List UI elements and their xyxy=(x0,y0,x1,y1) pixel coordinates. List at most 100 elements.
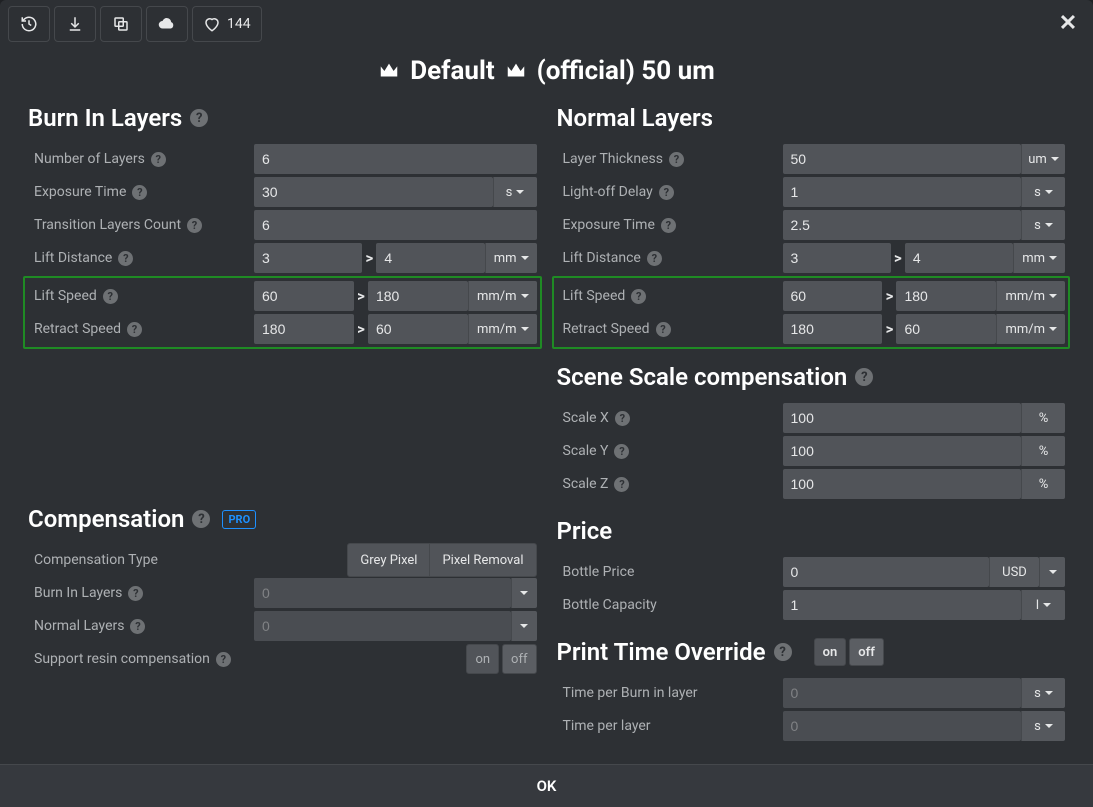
print-time-on[interactable]: on xyxy=(814,638,847,666)
support-resin-off[interactable]: off xyxy=(502,644,536,674)
content: Burn In Layers ? Number of Layers ? Expo… xyxy=(0,104,1093,764)
normal-lift-distance-b[interactable] xyxy=(905,243,1013,273)
help-icon[interactable]: ? xyxy=(615,411,630,426)
normal-lift-speed-unit[interactable]: mm/m xyxy=(996,281,1065,311)
help-icon[interactable]: ? xyxy=(187,218,202,233)
help-icon[interactable]: ? xyxy=(656,322,671,337)
normal-lift-distance-a[interactable] xyxy=(783,243,891,273)
burn-exposure-time-unit[interactable]: s xyxy=(493,177,537,207)
help-icon[interactable]: ? xyxy=(128,586,143,601)
burn-lift-speed-b[interactable] xyxy=(368,281,468,311)
scale-z-unit: % xyxy=(1021,469,1065,499)
compensation-type-row: Compensation Type Grey Pixel Pixel Remov… xyxy=(28,545,537,575)
bottle-capacity-unit[interactable]: l xyxy=(1021,590,1065,620)
pixel-removal-button[interactable]: Pixel Removal xyxy=(430,543,536,577)
comp-normal-layers-input[interactable] xyxy=(254,611,511,641)
burn-retract-speed-b[interactable] xyxy=(368,314,468,344)
help-icon[interactable]: ? xyxy=(130,619,145,634)
burn-exposure-time-input[interactable] xyxy=(254,177,493,207)
history-button[interactable] xyxy=(8,6,50,42)
likes-button[interactable]: 144 xyxy=(192,6,262,42)
burn-retract-speed-label: Retract Speed ? xyxy=(28,321,248,337)
grey-pixel-button[interactable]: Grey Pixel xyxy=(347,543,430,577)
burn-exposure-time-label: Exposure Time ? xyxy=(28,184,248,200)
layer-thickness-unit[interactable]: um xyxy=(1021,144,1065,174)
burn-retract-speed-a[interactable] xyxy=(254,314,354,344)
time-layer-unit[interactable]: s xyxy=(1021,711,1065,741)
comp-burn-layers-unit[interactable] xyxy=(511,578,537,608)
bottle-price-unit[interactable]: USD xyxy=(989,557,1039,587)
burn-lift-distance-row: Lift Distance ? > mm xyxy=(28,243,537,273)
burn-lift-speed-a[interactable] xyxy=(254,281,354,311)
ok-button[interactable]: OK xyxy=(0,764,1093,807)
normal-lift-distance-unit[interactable]: mm xyxy=(1013,243,1065,273)
light-off-delay-unit[interactable]: s xyxy=(1021,177,1065,207)
help-icon[interactable]: ? xyxy=(661,218,676,233)
help-icon[interactable]: ? xyxy=(103,289,118,304)
normal-exposure-time-row: Exposure Time ? s xyxy=(557,210,1066,240)
comp-burn-layers-input[interactable] xyxy=(254,578,511,608)
layer-thickness-input[interactable] xyxy=(783,144,1022,174)
help-icon[interactable]: ? xyxy=(118,251,133,266)
bottle-price-label: Bottle Price xyxy=(557,564,777,580)
download-button[interactable] xyxy=(54,6,96,42)
support-resin-on[interactable]: on xyxy=(466,644,499,674)
burn-lift-speed-unit[interactable]: mm/m xyxy=(468,281,537,311)
normal-retract-speed-a[interactable] xyxy=(783,314,883,344)
burn-lift-distance-unit[interactable]: mm xyxy=(485,243,537,273)
cloud-button[interactable] xyxy=(146,6,188,42)
bottle-price-input[interactable] xyxy=(783,557,990,587)
normal-lift-speed-b[interactable] xyxy=(896,281,996,311)
help-icon[interactable]: ? xyxy=(614,477,629,492)
burn-lift-distance-label: Lift Distance ? xyxy=(28,250,248,266)
scale-y-row: Scale Y ? % xyxy=(557,436,1066,466)
normal-retract-speed-b[interactable] xyxy=(896,314,996,344)
light-off-delay-input[interactable] xyxy=(783,177,1022,207)
help-icon[interactable]: ? xyxy=(659,185,674,200)
time-burn-row: Time per Burn in layer s xyxy=(557,678,1066,708)
crown-icon xyxy=(505,60,527,82)
burn-lift-distance-b[interactable] xyxy=(376,243,484,273)
normal-exposure-time-input[interactable] xyxy=(783,210,1022,240)
time-layer-input[interactable] xyxy=(783,711,1022,741)
number-of-layers-input[interactable] xyxy=(254,144,537,174)
burn-retract-speed-unit[interactable]: mm/m xyxy=(468,314,537,344)
page-title: Default (official) 50 um xyxy=(0,42,1093,104)
help-icon[interactable]: ? xyxy=(647,251,662,266)
help-icon[interactable]: ? xyxy=(127,322,142,337)
copy-button[interactable] xyxy=(100,6,142,42)
normal-lift-distance-row: Lift Distance ? > mm xyxy=(557,243,1066,273)
help-icon[interactable]: ? xyxy=(631,289,646,304)
scale-z-input[interactable] xyxy=(783,469,1022,499)
close-button[interactable]: ✕ xyxy=(1051,6,1085,40)
scale-y-input[interactable] xyxy=(783,436,1022,466)
comp-normal-layers-unit[interactable] xyxy=(511,611,537,641)
time-burn-input[interactable] xyxy=(783,678,1022,708)
help-icon[interactable]: ? xyxy=(614,444,629,459)
normal-retract-speed-unit[interactable]: mm/m xyxy=(996,314,1065,344)
compensation-heading: Compensation ? PRO xyxy=(28,505,537,533)
greater-than-icon: > xyxy=(354,320,368,338)
price-heading: Price xyxy=(557,517,1066,545)
layer-thickness-row: Layer Thickness ? um xyxy=(557,144,1066,174)
help-icon[interactable]: ? xyxy=(190,109,208,127)
help-icon[interactable]: ? xyxy=(192,510,210,528)
normal-lift-speed-a[interactable] xyxy=(783,281,883,311)
print-time-off[interactable]: off xyxy=(849,638,884,666)
transition-layers-input[interactable] xyxy=(254,210,537,240)
normal-exposure-time-unit[interactable]: s xyxy=(1021,210,1065,240)
help-icon[interactable]: ? xyxy=(132,185,147,200)
scale-x-input[interactable] xyxy=(783,403,1022,433)
help-icon[interactable]: ? xyxy=(151,152,166,167)
help-icon[interactable]: ? xyxy=(855,368,873,386)
help-icon[interactable]: ? xyxy=(774,643,792,661)
time-burn-unit[interactable]: s xyxy=(1021,678,1065,708)
bottle-capacity-input[interactable] xyxy=(783,590,1022,620)
help-icon[interactable]: ? xyxy=(669,152,684,167)
bottle-price-currency-dd[interactable] xyxy=(1039,557,1065,587)
number-of-layers-row: Number of Layers ? xyxy=(28,144,537,174)
crown-icon xyxy=(378,60,400,82)
download-icon xyxy=(66,15,84,33)
burn-lift-distance-a[interactable] xyxy=(254,243,362,273)
help-icon[interactable]: ? xyxy=(216,652,231,667)
